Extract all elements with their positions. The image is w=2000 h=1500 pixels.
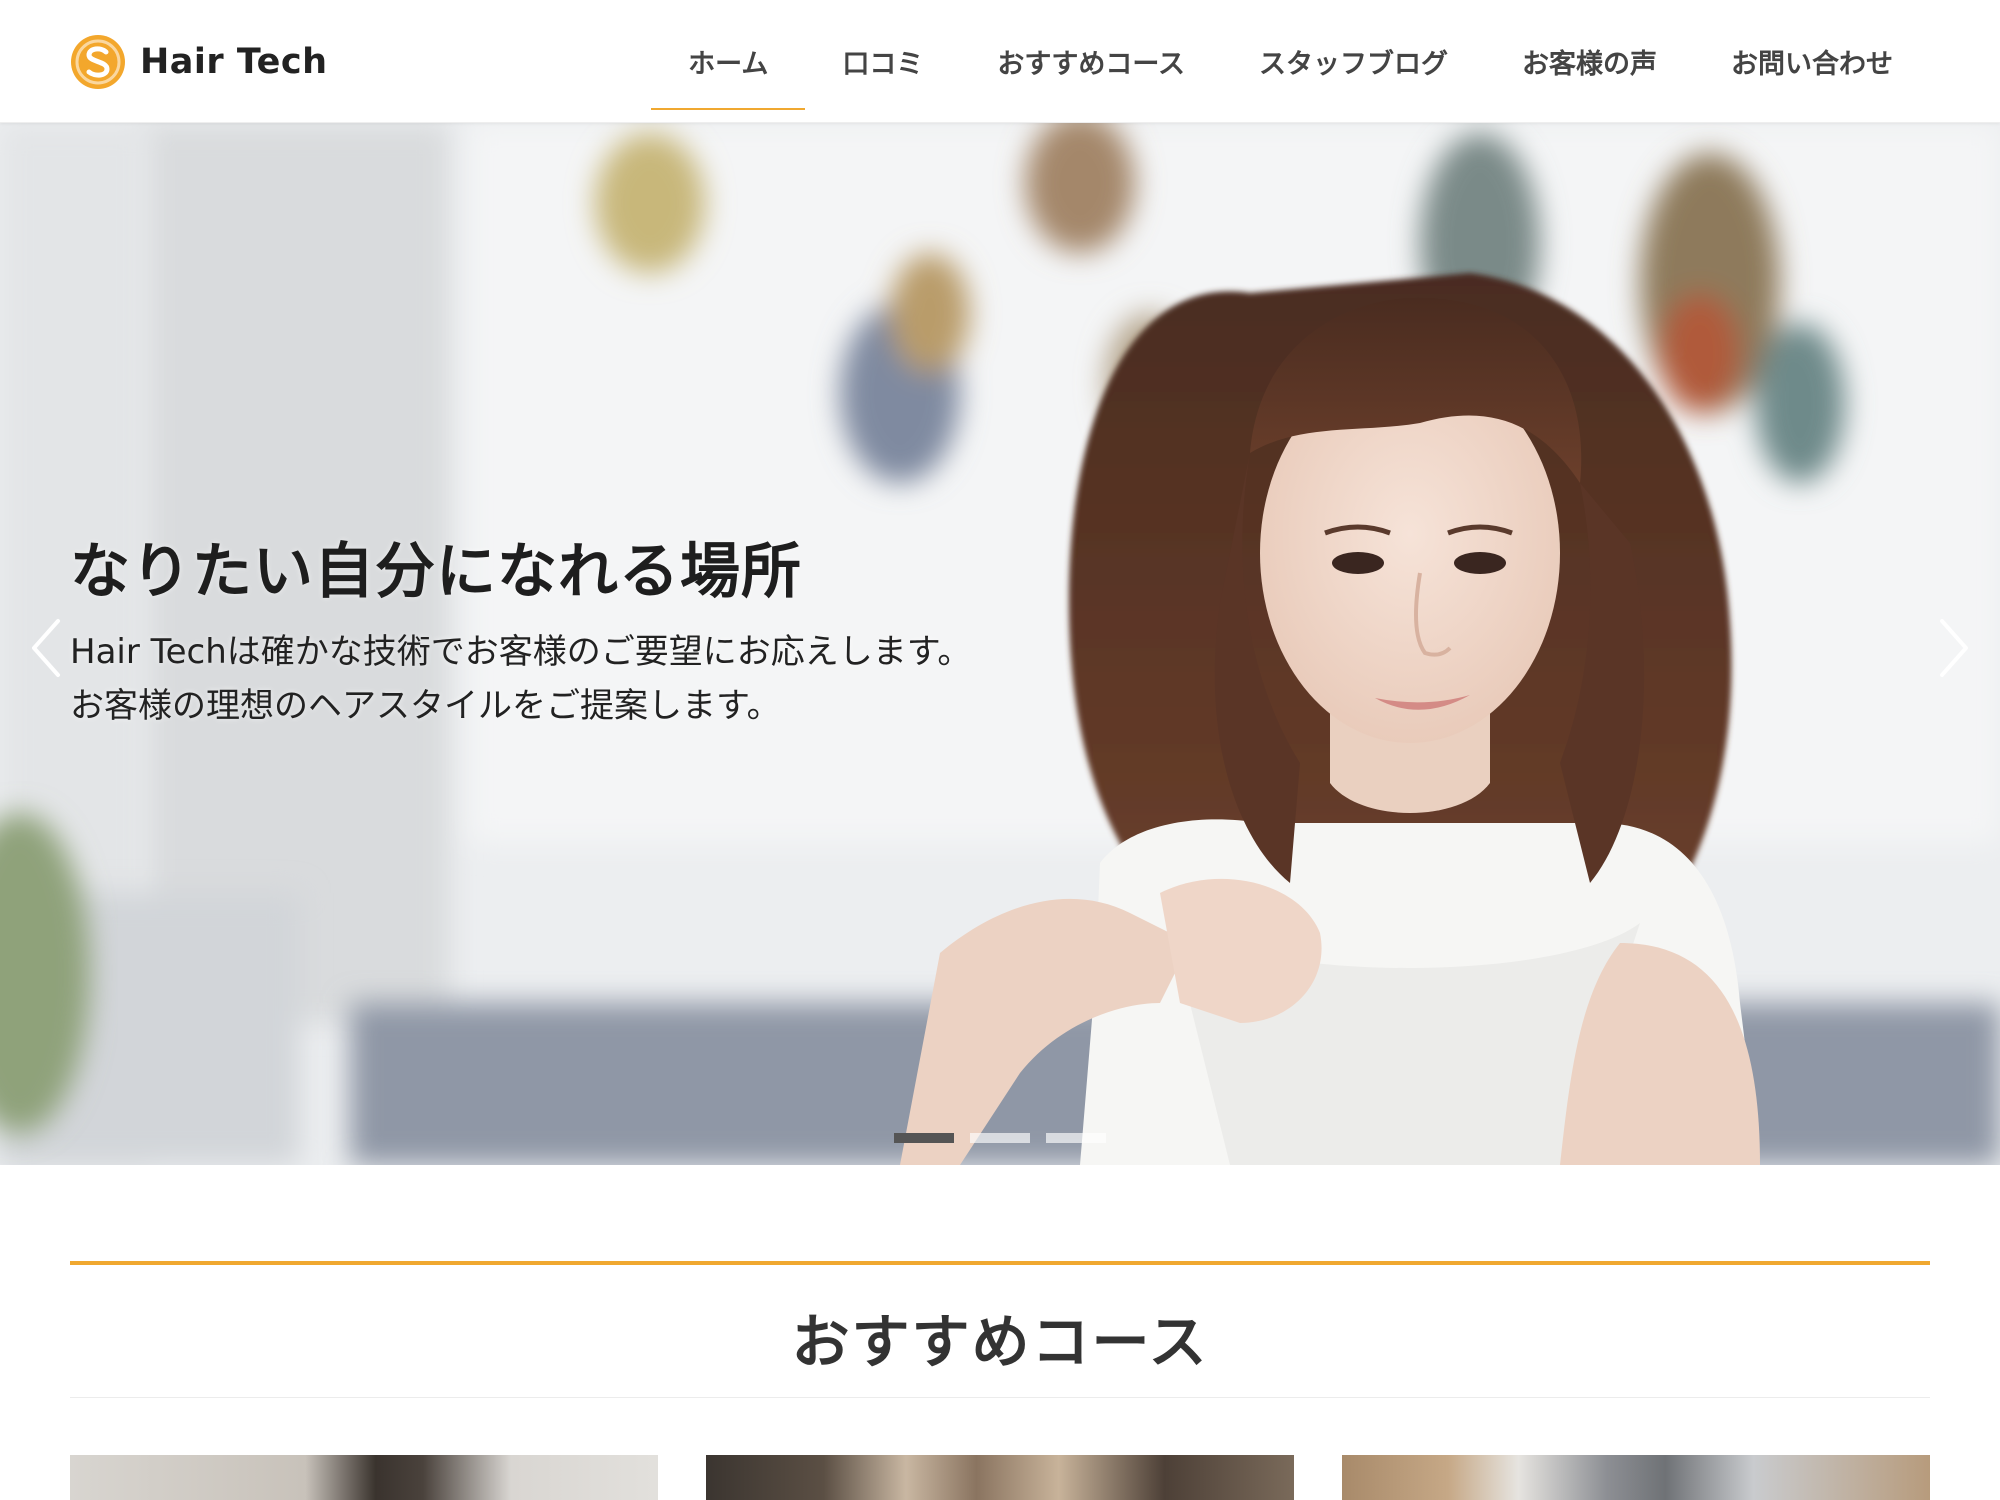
main-nav: ホーム 口コミ おすすめコース スタッフブログ お客様の声 お問い合わせ [651, 0, 1930, 123]
nav-item-recommended-courses[interactable]: おすすめコース [960, 0, 1222, 123]
course-card-1-image[interactable] [70, 1455, 658, 1500]
hero-subtitle-line-2: お客様の理想のヘアスタイルをご提案します。 [70, 686, 781, 726]
course-cards [70, 1455, 1930, 1500]
logo-text: Hair Tech [140, 42, 328, 82]
chevron-left-icon[interactable] [24, 613, 70, 683]
nav-item-home[interactable]: ホーム [651, 0, 806, 123]
section-accent-rule [70, 1261, 1930, 1265]
carousel-indicator-2[interactable] [970, 1133, 1030, 1143]
hero-subtitle-line-1: Hair Techは確かな技術でお客様のご要望にお応えします。 [70, 632, 972, 672]
chevron-right-icon[interactable] [1930, 613, 1976, 683]
nav-item-reviews[interactable]: 口コミ [805, 0, 960, 123]
logo[interactable]: Hair Tech [70, 34, 327, 90]
nav-item-staff-blog[interactable]: スタッフブログ [1222, 0, 1485, 123]
carousel-indicators [894, 1133, 1106, 1143]
hero-title: なりたい自分になれる場所 [70, 537, 802, 607]
nav-item-customer-voices[interactable]: お客様の声 [1485, 0, 1694, 123]
course-card-3-image[interactable] [1342, 1455, 1930, 1500]
site-header: Hair Tech ホーム 口コミ おすすめコース スタッフブログ お客様の声 … [0, 0, 2000, 123]
nav-item-contact[interactable]: お問い合わせ [1694, 0, 1930, 123]
carousel-indicator-3[interactable] [1046, 1133, 1106, 1143]
hero-subtitle: Hair Techは確かな技術でお客様のご要望にお応えします。 お客様の理想のヘ… [70, 625, 971, 733]
course-card-2-image[interactable] [706, 1455, 1294, 1500]
section-divider [70, 1397, 1930, 1398]
hero-carousel: なりたい自分になれる場所 Hair Techは確かな技術でお客様のご要望にお応え… [0, 123, 2000, 1165]
section-title: おすすめコース [791, 1308, 1209, 1376]
carousel-indicator-1[interactable] [894, 1133, 954, 1143]
coin-s-icon [71, 35, 125, 89]
